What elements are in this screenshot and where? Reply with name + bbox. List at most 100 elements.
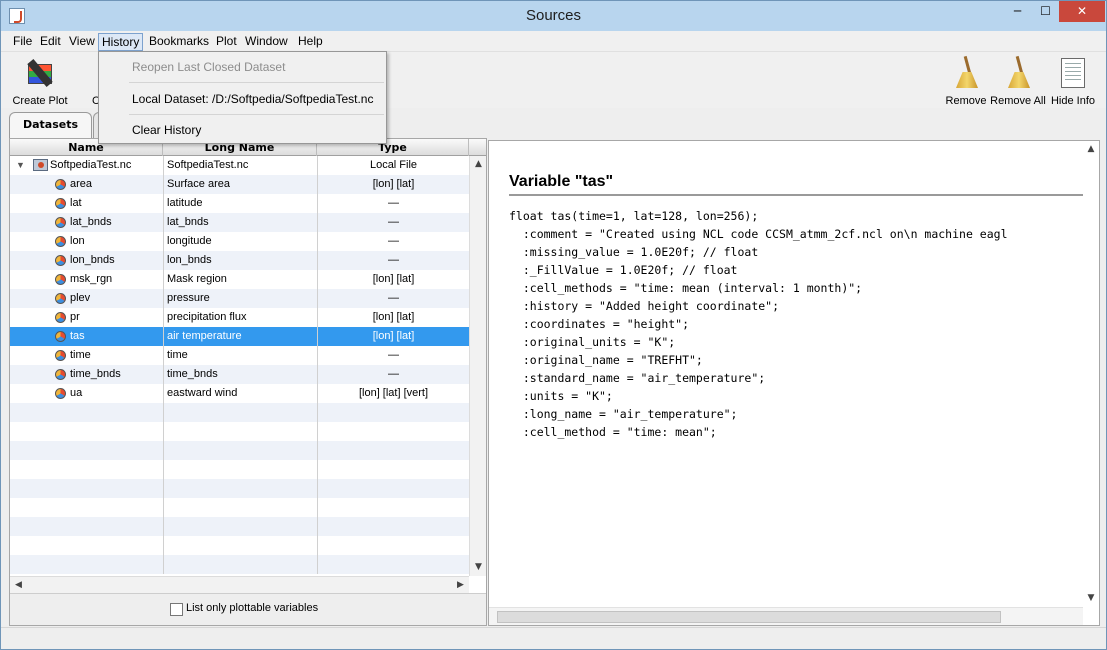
dataset-type: Local File xyxy=(317,156,469,175)
variable-long-name: longitude xyxy=(163,232,317,251)
table-horizontal-scrollbar[interactable]: ◀ ▶ xyxy=(10,576,469,593)
table-row[interactable]: pr precipitation flux [lon] [lat] xyxy=(10,308,469,327)
metadata-line: :original_name = "TREFHT"; xyxy=(509,353,703,367)
scroll-left-icon[interactable]: ◀ xyxy=(10,577,27,594)
variable-icon xyxy=(55,312,66,323)
variable-name: plev xyxy=(70,292,91,304)
datasets-panel: Name Long Name Type ▼ SoftpediaTest.nc S… xyxy=(9,138,487,626)
table-row[interactable]: lat_bnds lat_bnds — xyxy=(10,213,469,232)
expand-arrow-icon[interactable]: ▼ xyxy=(16,156,25,175)
variable-type: — xyxy=(317,213,469,232)
table-row[interactable]: plev pressure — xyxy=(10,289,469,308)
variable-name: time xyxy=(70,349,91,361)
minimize-button[interactable]: ─ xyxy=(1003,1,1032,22)
plottable-only-label[interactable]: List only plottable variables xyxy=(186,602,318,614)
menu-history[interactable]: History xyxy=(98,33,144,51)
empty-row xyxy=(10,460,469,479)
info-vertical-scrollbar[interactable]: ▲ ▼ xyxy=(1083,141,1099,607)
table-row[interactable]: lon_bnds lon_bnds — xyxy=(10,251,469,270)
variable-type: — xyxy=(317,232,469,251)
remove-all-button[interactable]: Remove All xyxy=(990,55,1046,107)
close-button[interactable]: ✕ xyxy=(1059,1,1105,22)
menu-bar: File Edit View History Bookmarks Plot Wi… xyxy=(1,31,1106,52)
metadata-line: :history = "Added height coordinate"; xyxy=(509,299,780,313)
menu-plot[interactable]: Plot xyxy=(213,33,240,51)
sources-window: Sources ─ ☐ ✕ File Edit View History Boo… xyxy=(0,0,1107,650)
menu-edit[interactable]: Edit xyxy=(37,33,64,51)
dataset-name: SoftpediaTest.nc xyxy=(50,159,132,171)
variable-table: ▼ SoftpediaTest.nc SoftpediaTest.nc Loca… xyxy=(10,156,469,576)
dataset-long-name: SoftpediaTest.nc xyxy=(163,156,317,175)
metadata-line: float tas(time=1, lat=128, lon=256); xyxy=(509,209,759,223)
empty-row xyxy=(10,422,469,441)
table-vertical-scrollbar[interactable]: ▲ ▼ xyxy=(469,156,486,576)
create-plot-label: Create Plot xyxy=(12,95,68,107)
remove-button[interactable]: Remove xyxy=(945,55,987,107)
menu-item-local-dataset[interactable]: Local Dataset: /D:/Softpedia/SoftpediaTe… xyxy=(132,88,373,110)
table-row[interactable]: area Surface area [lon] [lat] xyxy=(10,175,469,194)
variable-long-name: pressure xyxy=(163,289,317,308)
history-dropdown-menu: Reopen Last Closed Dataset Local Dataset… xyxy=(98,51,387,144)
variable-name: lon xyxy=(70,235,85,247)
dataset-file-icon xyxy=(33,159,48,171)
table-row[interactable]: time_bnds time_bnds — xyxy=(10,365,469,384)
table-row[interactable]: lat latitude — xyxy=(10,194,469,213)
menu-separator xyxy=(129,114,384,115)
scroll-down-icon[interactable]: ▼ xyxy=(470,559,487,576)
variable-icon xyxy=(55,217,66,228)
menu-help[interactable]: Help xyxy=(295,33,326,51)
variable-icon xyxy=(55,274,66,285)
variable-type: [lon] [lat] xyxy=(317,308,469,327)
variable-type: — xyxy=(317,251,469,270)
maximize-button[interactable]: ☐ xyxy=(1032,1,1059,22)
info-horizontal-scrollbar[interactable] xyxy=(489,607,1083,625)
metadata-line: :cell_method = "time: mean"; xyxy=(509,425,717,439)
window-title: Sources xyxy=(525,7,582,24)
title-divider xyxy=(509,194,1084,196)
variable-name: area xyxy=(70,178,93,190)
variable-type: — xyxy=(317,289,469,308)
variable-icon xyxy=(55,255,66,266)
variable-name: pr xyxy=(70,311,80,323)
variable-long-name: Surface area xyxy=(163,175,317,194)
remove-all-label: Remove All xyxy=(990,95,1046,107)
menu-file[interactable]: File xyxy=(10,33,35,51)
variable-name: msk_rgn xyxy=(70,273,113,285)
table-row[interactable]: time time — xyxy=(10,346,469,365)
scroll-up-icon[interactable]: ▲ xyxy=(470,156,487,173)
scroll-up-icon[interactable]: ▲ xyxy=(1083,141,1099,158)
variable-name: ua xyxy=(70,387,83,399)
empty-row xyxy=(10,479,469,498)
plottable-only-checkbox[interactable] xyxy=(170,603,183,616)
tab-datasets[interactable]: Datasets xyxy=(9,112,93,138)
variable-name: lat_bnds xyxy=(70,216,112,228)
menu-bookmarks[interactable]: Bookmarks xyxy=(146,33,212,51)
variable-long-name: latitude xyxy=(163,194,317,213)
table-row[interactable]: msk_rgn Mask region [lon] [lat] xyxy=(10,270,469,289)
variable-type: [lon] [lat] [vert] xyxy=(317,384,469,403)
hide-info-button[interactable]: Hide Info xyxy=(1049,56,1097,107)
variable-name: lon_bnds xyxy=(70,254,115,266)
scroll-down-icon[interactable]: ▼ xyxy=(1083,590,1099,607)
scroll-right-icon[interactable]: ▶ xyxy=(452,577,469,594)
metadata-line: :standard_name = "air_temperature"; xyxy=(509,371,766,385)
variable-type: — xyxy=(317,365,469,384)
table-row[interactable]: ua eastward wind [lon] [lat] [vert] xyxy=(10,384,469,403)
variable-type: — xyxy=(317,346,469,365)
dataset-row[interactable]: ▼ SoftpediaTest.nc SoftpediaTest.nc Loca… xyxy=(10,156,469,175)
create-plot-button[interactable]: Create Plot xyxy=(11,56,69,107)
menu-item-clear-history[interactable]: Clear History xyxy=(132,119,201,141)
menu-view[interactable]: View xyxy=(66,33,98,51)
scroll-thumb[interactable] xyxy=(497,611,1001,623)
menu-item-reopen-last-closed[interactable]: Reopen Last Closed Dataset xyxy=(132,56,285,78)
menu-window[interactable]: Window xyxy=(242,33,291,51)
variable-icon xyxy=(55,179,66,190)
variable-icon xyxy=(55,236,66,247)
table-row[interactable]: lon longitude — xyxy=(10,232,469,251)
table-footer: List only plottable variables xyxy=(10,593,486,625)
table-row-selected[interactable]: tas air temperature [lon] [lat] xyxy=(10,327,469,346)
status-bar xyxy=(1,627,1106,649)
variable-long-name: time xyxy=(163,346,317,365)
empty-row xyxy=(10,441,469,460)
variable-icon xyxy=(55,388,66,399)
